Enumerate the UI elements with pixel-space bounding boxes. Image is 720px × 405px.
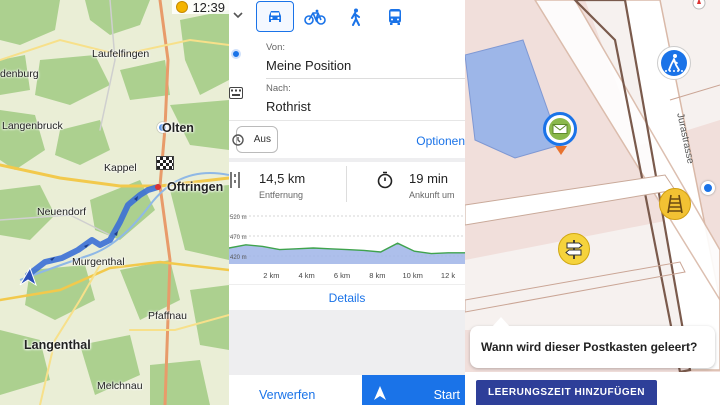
map-label-town: denburg	[0, 68, 39, 80]
x-tick-label: 12 k	[441, 271, 455, 280]
map-label-town: Murgenthal	[72, 256, 125, 268]
signpost-poi[interactable]	[558, 233, 590, 265]
current-location-icon	[701, 181, 715, 195]
to-field[interactable]: Rothrist	[266, 99, 311, 114]
toggle-label: Aus	[253, 134, 271, 145]
elevation-chart-svg: 520 m 470 m 420 m 2 km 4 km 6 km 8 km 10 km 12 …	[229, 215, 465, 280]
overview-map[interactable]: 12:39 Laufelfingen denburg Langenbruck O…	[0, 0, 229, 405]
bicycle-icon	[304, 9, 326, 25]
status-clock: 12:39	[172, 0, 229, 15]
divider	[346, 166, 347, 202]
map-label-town: Laufelfingen	[92, 48, 150, 60]
mode-car-button[interactable]	[256, 1, 294, 32]
poi-map[interactable]: Jurastrasse Wann wird dieser Postkasten …	[465, 0, 720, 405]
options-link[interactable]: Optionen	[416, 134, 465, 148]
map-label-town: Langenbruck	[2, 120, 63, 132]
mode-walk-button[interactable]	[336, 1, 374, 32]
railway-icon	[667, 194, 683, 214]
x-tick-label: 10 km	[402, 271, 422, 280]
route-stats: 14,5 km Entfernung 19 min Ankunft um	[229, 162, 465, 206]
x-tick-label: 2 km	[263, 271, 279, 280]
mode-bus-button[interactable]	[376, 1, 414, 32]
route-distance-icon	[230, 172, 240, 188]
railway-poi[interactable]	[659, 188, 691, 220]
map-label-town: Neuendorf	[37, 206, 87, 218]
y-tick-label: 420 m	[230, 255, 247, 261]
route-fields: Von: Meine Position Nach: Rothrist	[229, 36, 465, 120]
route-planner-panel: Von: Meine Position Nach: Rothrist Aus O…	[229, 0, 465, 405]
my-location-icon	[231, 49, 241, 59]
map-label-town: Olten	[162, 121, 194, 135]
elevation-chart[interactable]: 520 m 470 m 420 m 2 km 4 km 6 km 8 km 10 km 12 …	[229, 206, 465, 284]
compass-icon[interactable]	[692, 0, 706, 10]
route-settings-icon	[232, 134, 244, 146]
screenshot-collage: 12:39 Laufelfingen denburg Langenbruck O…	[0, 0, 720, 405]
start-button[interactable]: Start	[362, 375, 465, 405]
map-label-town: Kappel	[104, 162, 137, 174]
mode-bicycle-button[interactable]	[296, 1, 334, 32]
poi-pin-tail-icon	[555, 146, 567, 155]
bottom-action-bar: Verwerfen Start	[229, 375, 465, 405]
toggle-off-button[interactable]: Aus	[232, 126, 278, 153]
discard-button[interactable]: Verwerfen	[259, 388, 315, 402]
pedestrian-crossing-icon	[661, 50, 687, 76]
details-link[interactable]: Details	[229, 284, 465, 310]
signpost-icon	[565, 240, 583, 259]
question-bubble: Wann wird dieser Postkasten geleert?	[470, 317, 715, 368]
y-tick-label: 470 m	[230, 235, 247, 241]
clock-time: 12:39	[192, 0, 225, 15]
from-label: Von:	[266, 42, 286, 53]
time-value: 19 min	[409, 171, 449, 186]
map-label-town: Langenthal	[24, 338, 91, 352]
transport-mode-bar	[229, 0, 465, 36]
timer-icon	[377, 171, 393, 189]
to-label: Nach:	[266, 83, 291, 94]
x-tick-label: 4 km	[299, 271, 315, 280]
x-tick-label: 8 km	[369, 271, 385, 280]
add-collection-time-button[interactable]: LEERUNGSZEIT HINZUFÜGEN	[476, 380, 657, 405]
from-field[interactable]: Meine Position	[266, 58, 351, 73]
map-label-town: Melchnau	[97, 380, 143, 392]
navigation-arrow-icon	[374, 386, 386, 400]
map-label-town: Pfaffnau	[148, 310, 187, 322]
time-label: Ankunft um	[409, 190, 455, 200]
bus-icon	[389, 8, 401, 25]
distance-value: 14,5 km	[259, 171, 306, 186]
crossing-poi[interactable]	[657, 46, 691, 80]
walk-icon	[351, 8, 360, 26]
mailbox-icon	[549, 118, 571, 140]
distance-label: Entfernung	[259, 190, 304, 200]
mailbox-poi[interactable]	[543, 112, 577, 146]
map-label-town: Oftringen	[167, 180, 224, 194]
destination-flag-icon	[156, 156, 174, 170]
options-row: Aus Optionen	[229, 120, 465, 158]
x-tick-label: 6 km	[334, 271, 350, 280]
keyboard-icon[interactable]	[229, 87, 243, 99]
alarm-icon	[176, 1, 189, 13]
divider	[266, 78, 465, 79]
car-icon	[269, 10, 281, 22]
y-tick-label: 520 m	[230, 215, 247, 221]
start-label: Start	[433, 388, 460, 402]
chevron-down-icon[interactable]	[232, 9, 246, 23]
